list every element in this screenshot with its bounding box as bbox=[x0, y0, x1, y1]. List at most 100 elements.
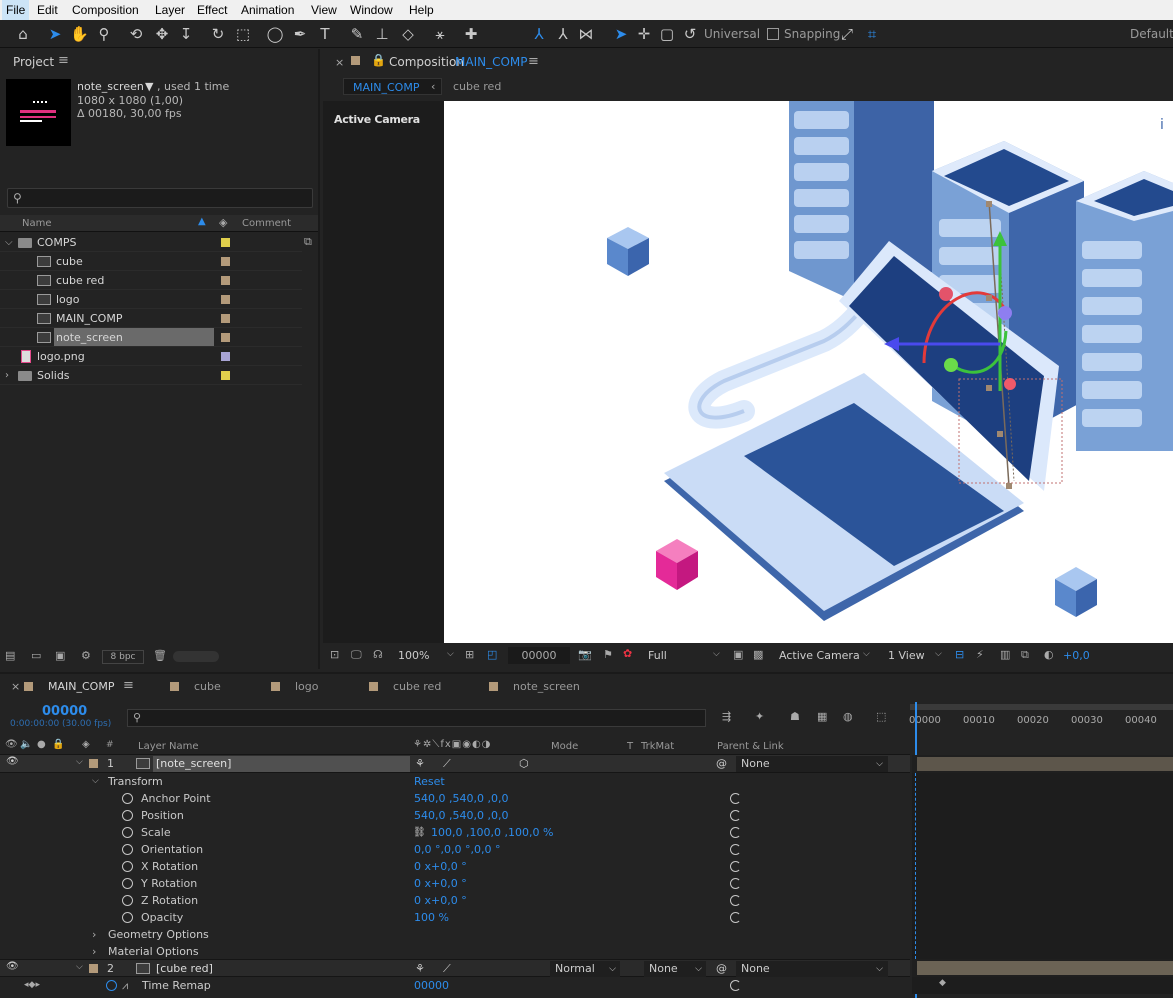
selection-tool-icon[interactable]: ➤ bbox=[46, 25, 64, 43]
new-comp-icon[interactable]: ▣ bbox=[55, 649, 65, 662]
hand-tool-icon[interactable]: ✋ bbox=[70, 25, 89, 43]
rotate-tool-icon[interactable]: ↻ bbox=[209, 25, 227, 43]
home-icon[interactable]: ⌂ bbox=[14, 25, 32, 43]
property-value[interactable]: 0 x+0,0 ° bbox=[414, 892, 467, 909]
stopwatch-icon[interactable] bbox=[106, 980, 117, 991]
shy-switch-icon[interactable]: ⚘ bbox=[415, 757, 425, 770]
workspace-default[interactable]: Default bbox=[1130, 27, 1173, 41]
sort-up-icon[interactable]: ▲ bbox=[198, 216, 206, 227]
transform-property-row[interactable]: Orientation 0,0 °,0,0 °,0,0 ° bbox=[0, 841, 910, 858]
project-item[interactable]: logo bbox=[0, 290, 318, 309]
exposure-value[interactable]: +0,0 bbox=[1063, 649, 1090, 662]
snapping-checkbox[interactable] bbox=[767, 28, 779, 40]
layer-bar-2[interactable] bbox=[917, 961, 1173, 975]
lock-icon[interactable]: 🔒 bbox=[371, 53, 386, 67]
property-value[interactable]: 100,0 ,100,0 ,100,0 % bbox=[431, 824, 553, 841]
time-remap-value[interactable]: 00000 bbox=[414, 977, 449, 994]
layer-color-swatch[interactable] bbox=[89, 964, 98, 973]
label-color-swatch[interactable] bbox=[221, 371, 230, 380]
eraser-tool-icon[interactable]: ◇ bbox=[399, 25, 417, 43]
keyframe-icon[interactable]: ◆ bbox=[939, 978, 946, 988]
material-options-group[interactable]: › Material Options bbox=[92, 943, 910, 960]
panel-menu-icon[interactable]: ≡ bbox=[123, 678, 134, 693]
stopwatch-icon[interactable] bbox=[122, 912, 133, 923]
property-value[interactable]: 0 x+0,0 ° bbox=[414, 875, 467, 892]
timeline-search-input[interactable]: ⚲ bbox=[127, 709, 706, 727]
new-folder-icon[interactable]: ▭ bbox=[31, 649, 41, 662]
quality-switch-icon[interactable]: ⟋ bbox=[443, 962, 451, 976]
adjust-project-icon[interactable]: ⚙ bbox=[81, 649, 91, 662]
property-value[interactable]: 540,0 ,540,0 ,0,0 bbox=[414, 807, 508, 824]
layer-row-1[interactable]: 👁 ⌵ 1 [note_screen] ⚘ ⟋ ⬡ @ None ⌵ bbox=[0, 755, 910, 773]
transform-property-row[interactable]: Scale ⛓ 100,0 ,100,0 ,100,0 % bbox=[0, 824, 910, 841]
label-color-swatch[interactable] bbox=[221, 295, 230, 304]
interpret-footage-icon[interactable]: ▤ bbox=[5, 649, 15, 662]
shy-switch-icon[interactable]: ⚘ bbox=[415, 962, 425, 975]
project-title[interactable]: Project bbox=[13, 55, 54, 69]
chevron-down-icon[interactable]: ⌵ bbox=[713, 649, 720, 659]
comp-canvas[interactable]: i bbox=[444, 101, 1173, 643]
channel-icon[interactable]: ✿ bbox=[623, 647, 632, 660]
menu-composition[interactable]: Composition bbox=[72, 3, 139, 17]
pen-tool-icon[interactable]: ✒ bbox=[291, 25, 309, 43]
menu-layer[interactable]: Layer bbox=[155, 3, 185, 17]
expand-chevron-icon[interactable]: › bbox=[5, 366, 9, 385]
transform-property-row[interactable]: X Rotation 0 x+0,0 ° bbox=[0, 858, 910, 875]
pan-behind-icon[interactable]: ⬚ bbox=[234, 25, 252, 43]
col-name[interactable]: Name bbox=[22, 218, 52, 229]
pan-camera-icon[interactable]: ✥ bbox=[153, 25, 171, 43]
menu-animation[interactable]: Animation bbox=[241, 3, 294, 17]
col-comment[interactable]: Comment bbox=[242, 218, 291, 229]
label-color-swatch[interactable] bbox=[221, 333, 230, 342]
menu-view[interactable]: View bbox=[311, 3, 337, 17]
property-value[interactable]: 100 % bbox=[414, 909, 449, 926]
region-of-interest-icon[interactable]: ◰ bbox=[487, 648, 497, 661]
menu-effect[interactable]: Effect bbox=[197, 3, 227, 17]
project-item[interactable]: cube bbox=[0, 252, 318, 271]
trash-icon[interactable]: 🗑 bbox=[153, 649, 167, 662]
chevron-down-icon[interactable]: ⌵ bbox=[447, 649, 454, 659]
transform-property-row[interactable]: Anchor Point 540,0 ,540,0 ,0,0 bbox=[0, 790, 910, 807]
shy-layers-icon[interactable]: ☗ bbox=[790, 710, 800, 723]
rotate-gizmo-icon[interactable]: ↺ bbox=[681, 25, 699, 43]
flowchart-icon[interactable]: ⧉ bbox=[1021, 648, 1029, 662]
project-item[interactable]: ⌵ COMPS bbox=[0, 233, 318, 252]
expression-pickwhip-icon[interactable] bbox=[730, 895, 741, 906]
views-select[interactable]: 1 View bbox=[888, 649, 925, 662]
expand-chevron-icon[interactable]: › bbox=[92, 943, 96, 960]
bpc-button[interactable]: 8 bpc bbox=[102, 650, 144, 664]
expand-chevron-icon[interactable]: ⌵ bbox=[92, 773, 99, 790]
quality-switch-icon[interactable]: ⟋ bbox=[443, 757, 451, 771]
menu-window[interactable]: Window bbox=[350, 3, 393, 17]
scale-gizmo-icon[interactable]: ▢ bbox=[658, 25, 676, 43]
property-value[interactable]: 0,0 °,0,0 °,0,0 ° bbox=[414, 841, 500, 858]
expression-pickwhip-icon[interactable] bbox=[730, 810, 741, 821]
layer-bar-1[interactable] bbox=[917, 757, 1173, 771]
fast-preview-icon[interactable]: ▣ bbox=[733, 648, 743, 661]
constrain-proportions-icon[interactable]: ⛓ bbox=[413, 824, 426, 841]
roto-brush-icon[interactable]: ⚹ bbox=[431, 25, 449, 43]
motion-blur-icon[interactable]: ◍ bbox=[843, 710, 853, 723]
orbit-camera-icon[interactable]: ⟲ bbox=[127, 25, 145, 43]
stopwatch-icon[interactable] bbox=[122, 895, 133, 906]
label-color-swatch[interactable] bbox=[221, 314, 230, 323]
stopwatch-icon[interactable] bbox=[122, 878, 133, 889]
project-item[interactable]: MAIN_COMP bbox=[0, 309, 318, 328]
transform-property-row[interactable]: Position 540,0 ,540,0 ,0,0 bbox=[0, 807, 910, 824]
trkmat-select[interactable]: None ⌵ bbox=[644, 961, 706, 977]
puppet-pin-icon[interactable]: ✚ bbox=[462, 25, 480, 43]
transform-group[interactable]: ⌵ Transform Reset bbox=[92, 773, 910, 790]
menu-file[interactable]: File bbox=[2, 0, 30, 20]
flowchart-icon[interactable]: ⧉ bbox=[304, 235, 312, 249]
pickwhip-icon[interactable]: @ bbox=[716, 757, 727, 770]
layer-row-2[interactable]: 👁 ⌵ 2 [cube red] ⚘ ⟋ Normal ⌵ None ⌵ @ Non… bbox=[0, 959, 910, 977]
tab-cube-red[interactable]: cube red bbox=[453, 80, 501, 93]
eye-icon[interactable]: 👁 bbox=[6, 756, 19, 767]
thumbnail-scroll[interactable] bbox=[173, 651, 219, 662]
clone-stamp-icon[interactable]: ⊥ bbox=[373, 25, 391, 43]
property-value[interactable]: 540,0 ,540,0 ,0,0 bbox=[414, 790, 508, 807]
label-tag-icon[interactable]: ◈ bbox=[219, 216, 227, 229]
tab-main-comp[interactable]: MAIN_COMP ‹ bbox=[343, 78, 442, 95]
label-color-swatch[interactable] bbox=[221, 257, 230, 266]
fast-previews-icon[interactable]: ⚡ bbox=[976, 648, 984, 661]
